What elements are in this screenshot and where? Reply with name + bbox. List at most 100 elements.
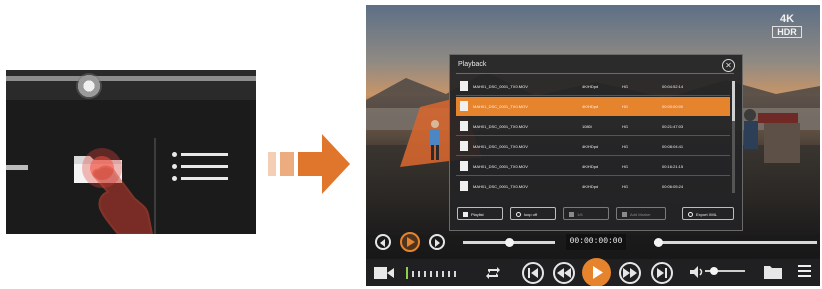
file-resolution: 1080i bbox=[582, 124, 592, 129]
file-resolution: 4K/HDpd bbox=[582, 164, 599, 169]
camera-screen: 4K HDR Playback ✕ MAH01_DSC_0001_TX0.MOV… bbox=[366, 5, 820, 286]
file-resolution: 4K/HDpd bbox=[582, 144, 599, 149]
export-button[interactable]: Export XML bbox=[682, 207, 734, 220]
frame-forward-button[interactable] bbox=[429, 234, 445, 250]
seek-slider-knob[interactable] bbox=[505, 238, 514, 247]
file-name: MAH01_DSC_0001_TX0.MOV bbox=[473, 84, 528, 89]
export-icon bbox=[688, 212, 693, 218]
page-button[interactable]: 1/6 bbox=[563, 207, 609, 220]
loop-button[interactable]: loop off bbox=[510, 207, 556, 220]
list-item[interactable]: MAH01_DSC_0001_TX0.MOV 4K/HDpd HG 00:08:… bbox=[456, 137, 730, 156]
file-fps: HG bbox=[622, 164, 628, 169]
rewind-button[interactable] bbox=[553, 262, 575, 284]
page-label: 1/6 bbox=[577, 212, 583, 217]
4k-hdr-badge: 4K HDR bbox=[772, 13, 802, 39]
dialog-title: Playback bbox=[458, 61, 487, 68]
list-item[interactable]: MAH01_DSC_0001_TX0.MOV 4K/HDpd HG 00:16:… bbox=[456, 157, 730, 176]
playlist-icon[interactable] bbox=[172, 148, 228, 188]
dialog-divider bbox=[456, 73, 734, 74]
waveform-icon bbox=[406, 267, 456, 279]
list-scrollbar[interactable] bbox=[732, 81, 735, 193]
file-name: MAH01_DSC_0001_TX0.MOV bbox=[473, 184, 528, 189]
file-icon bbox=[460, 101, 468, 111]
repeat-icon[interactable] bbox=[485, 265, 501, 281]
hand-touch-icon bbox=[82, 148, 154, 234]
play-icon bbox=[593, 266, 603, 279]
fast-forward-icon bbox=[623, 268, 637, 278]
file-icon bbox=[460, 161, 468, 171]
marker-button[interactable]: Add Marker bbox=[616, 207, 666, 220]
playback-dialog: Playback ✕ MAH01_DSC_0001_TX0.MOV 4K/HDp… bbox=[449, 54, 743, 231]
file-icon bbox=[460, 141, 468, 151]
file-name: MAH01_DSC_0001_TX0.MOV bbox=[473, 124, 528, 129]
file-name: MAH01_DSC_0001_TX0.MOV bbox=[473, 144, 528, 149]
file-icon bbox=[460, 181, 468, 191]
play-small-icon bbox=[407, 237, 415, 247]
file-resolution: 4K/HDpd bbox=[582, 84, 599, 89]
list-item-selected[interactable]: MAH01_DSC_0001_TX0.MOV 4K/HDpd HG 00:00:… bbox=[456, 97, 730, 116]
loop-label: loop off bbox=[524, 212, 538, 217]
play-mode-button[interactable] bbox=[400, 232, 420, 252]
list-item[interactable]: MAH01_DSC_0001_TX0.MOV 4K/HDpd HG 00:06:… bbox=[456, 177, 730, 196]
file-resolution: 4K/HDpd bbox=[582, 184, 599, 189]
file-icon bbox=[460, 81, 468, 91]
list-item[interactable]: MAH01_DSC_0001_TX0.MOV 4K/HDpd HG 00:04:… bbox=[456, 77, 730, 96]
arrow-right-icon bbox=[268, 134, 350, 194]
skip-previous-button[interactable] bbox=[522, 262, 544, 284]
file-fps: HG bbox=[622, 184, 628, 189]
file-duration: 00:00:00:00 bbox=[662, 104, 684, 109]
export-label: Export XML bbox=[696, 212, 717, 217]
skip-next-button[interactable] bbox=[651, 262, 673, 284]
rewind-icon bbox=[557, 268, 571, 278]
badge-4k: 4K bbox=[779, 13, 795, 25]
camera-icon[interactable] bbox=[374, 267, 394, 279]
file-icon bbox=[460, 121, 468, 131]
file-duration: 00:21:47:03 bbox=[662, 124, 684, 129]
folder-icon[interactable] bbox=[764, 265, 782, 279]
file-name: MAH01_DSC_0001_TX0.MOV bbox=[473, 164, 528, 169]
file-name: MAH01_DSC_0001_TX0.MOV bbox=[473, 104, 528, 109]
timecode-display: 00:00:00:00 bbox=[566, 234, 626, 250]
list-item[interactable]: MAH01_DSC_0001_TX0.MOV 1080i HG 00:21:47… bbox=[456, 117, 730, 136]
marker-icon bbox=[622, 212, 627, 218]
playlist-label: Playlist bbox=[471, 212, 484, 217]
loop-icon bbox=[516, 212, 521, 218]
background-person bbox=[430, 120, 440, 160]
menu-button[interactable] bbox=[798, 264, 812, 278]
marker-label: Add Marker bbox=[630, 212, 651, 217]
scrollbar-thumb[interactable] bbox=[732, 81, 735, 121]
file-resolution: 4K/HDpd bbox=[582, 104, 599, 109]
closeup-top-band bbox=[6, 70, 256, 100]
fast-forward-button[interactable] bbox=[619, 262, 641, 284]
skip-next-icon bbox=[657, 268, 667, 278]
close-icon: ✕ bbox=[725, 61, 732, 70]
file-fps: HG bbox=[622, 144, 628, 149]
file-duration: 00:06:05:24 bbox=[662, 184, 684, 189]
frame-back-button[interactable] bbox=[375, 234, 391, 250]
closeup-seek-slider[interactable] bbox=[6, 73, 256, 99]
closeup-slider-knob[interactable] bbox=[76, 73, 102, 99]
play-button[interactable] bbox=[582, 258, 611, 286]
file-fps: HG bbox=[622, 124, 628, 129]
file-fps: HG bbox=[622, 84, 628, 89]
skip-previous-icon bbox=[528, 268, 538, 278]
playlist-icon bbox=[463, 212, 468, 218]
chevron-left-icon bbox=[380, 239, 385, 247]
page-icon bbox=[569, 212, 574, 218]
chevron-right-icon bbox=[435, 239, 440, 247]
file-duration: 00:04:52:14 bbox=[662, 84, 684, 89]
file-list: MAH01_DSC_0001_TX0.MOV 4K/HDpd HG 00:04:… bbox=[456, 77, 730, 195]
file-fps: HG bbox=[622, 104, 628, 109]
file-duration: 00:08:04:41 bbox=[662, 144, 684, 149]
volume-slider-knob[interactable] bbox=[710, 267, 718, 275]
timeline-slider[interactable] bbox=[654, 238, 817, 247]
file-duration: 00:16:21:15 bbox=[662, 164, 684, 169]
closeup-panel bbox=[6, 70, 256, 234]
playlist-button[interactable]: Playlist bbox=[457, 207, 503, 220]
timeline-slider-knob[interactable] bbox=[654, 238, 663, 247]
volume-icon[interactable] bbox=[690, 266, 704, 278]
background-crew bbox=[744, 109, 800, 163]
closeup-left-bar bbox=[6, 165, 28, 170]
badge-hdr: HDR bbox=[772, 26, 802, 38]
close-button[interactable]: ✕ bbox=[722, 59, 735, 72]
